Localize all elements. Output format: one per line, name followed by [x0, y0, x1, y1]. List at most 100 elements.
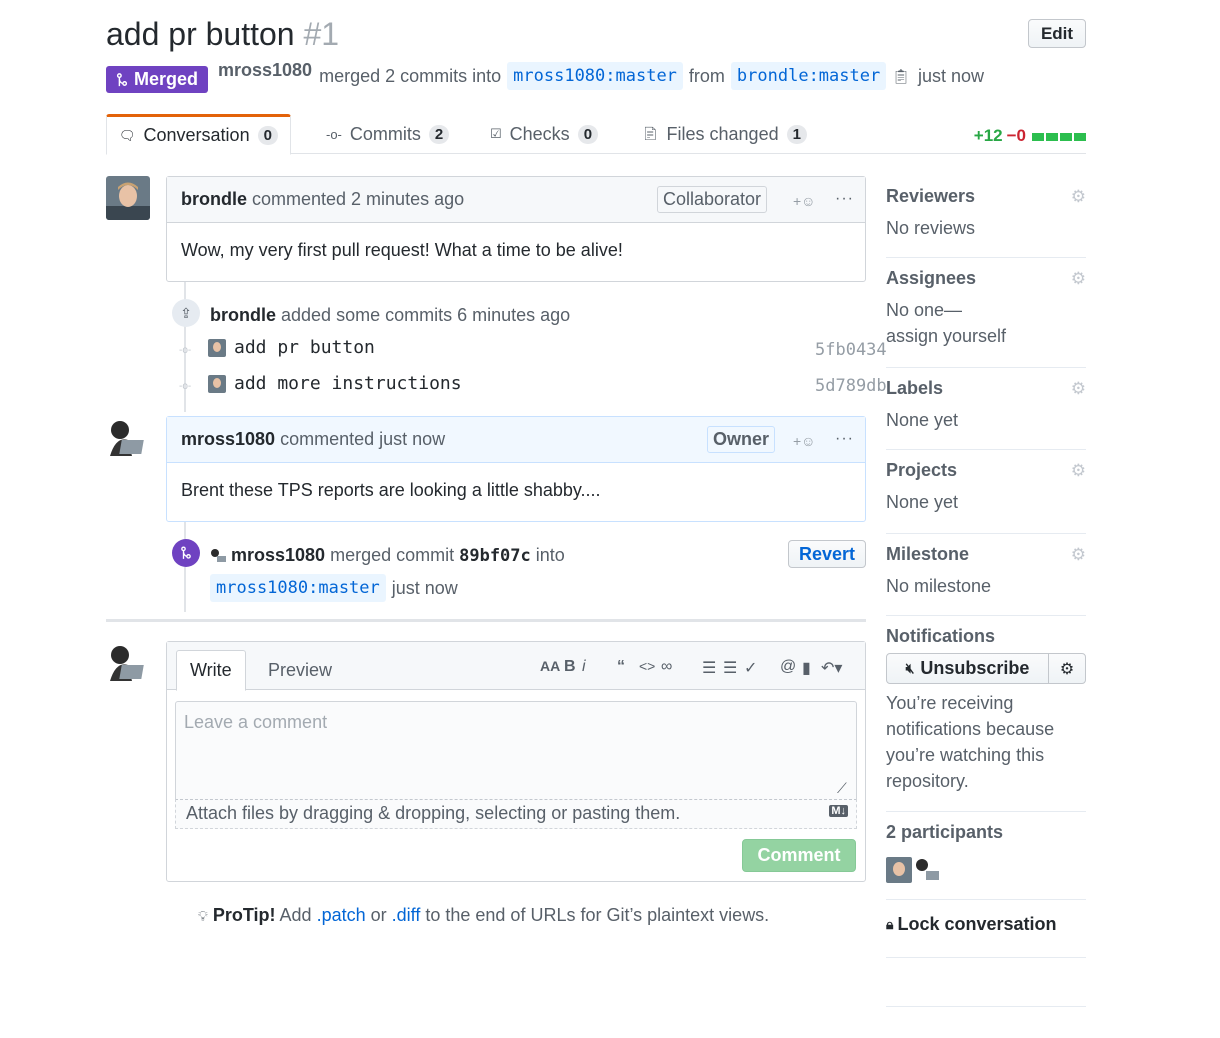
unsubscribe-button[interactable]: 🔇︎ Unsubscribe — [887, 654, 1049, 683]
gear-icon[interactable]: ⚙︎ — [1071, 269, 1086, 289]
add-reaction-icon[interactable]: +☺︎ — [793, 433, 815, 449]
bold-icon[interactable]: B — [564, 658, 576, 676]
merge-target-branch[interactable]: mross1080:master — [210, 574, 386, 602]
tab-counter: 2 — [428, 124, 450, 144]
avatar[interactable] — [886, 857, 912, 883]
deletions-count: −0 — [1006, 126, 1026, 145]
lock-label: Lock conversation — [897, 914, 1057, 934]
protip: 💡︎ ProTip! Add .patch or .diff to the en… — [198, 905, 769, 926]
tab-preview[interactable]: Preview — [255, 650, 345, 691]
assignees-title: Assignees — [886, 268, 977, 288]
tab-counter: 0 — [257, 126, 278, 145]
reason-line: notifications because — [886, 719, 1055, 739]
avatar[interactable] — [106, 416, 150, 460]
merge-commit-sha[interactable]: 89bf07c — [459, 546, 531, 566]
from-text: from — [688, 65, 725, 86]
tab-label: Files changed — [666, 123, 779, 144]
commit-icon: -o- — [326, 126, 342, 142]
comment-author[interactable]: mross1080 — [181, 429, 275, 450]
tab-conversation[interactable]: 🗨︎ Conversation 0 — [106, 114, 291, 155]
notification-settings-button[interactable]: ⚙︎ — [1049, 654, 1085, 683]
sidebar-heading[interactable]: Milestone ⚙︎ — [886, 544, 1086, 565]
role-badge: Owner — [707, 426, 776, 453]
gear-icon[interactable]: ⚙︎ — [1071, 461, 1086, 481]
comment-box: mross1080 commented just now Owner +☺︎ ·… — [166, 416, 866, 522]
bullet-list-icon[interactable]: ☰ — [702, 658, 716, 678]
bookmark-icon[interactable]: ▮ — [802, 658, 811, 678]
base-branch[interactable]: mross1080:master — [507, 62, 683, 90]
more-options-icon[interactable]: ··· — [835, 430, 854, 448]
avatar[interactable] — [106, 641, 150, 685]
sidebar-projects: Projects ⚙︎ None yet — [886, 460, 1086, 534]
tab-commits[interactable]: -o- Commits 2 — [326, 114, 450, 154]
head-branch[interactable]: brondle:master — [730, 62, 887, 90]
gear-icon[interactable]: ⚙︎ — [1071, 379, 1086, 399]
comment-submit-button[interactable]: Comment — [742, 839, 856, 872]
commit-row: add pr button — [208, 337, 375, 358]
avatar[interactable] — [208, 338, 226, 357]
tab-write[interactable]: Write — [176, 650, 246, 691]
sidebar-lock: 🔒︎ Lock conversation — [886, 914, 1086, 958]
event-author[interactable]: mross1080 — [231, 545, 325, 566]
sidebar-heading[interactable]: Projects ⚙︎ — [886, 460, 1086, 481]
commit-row: add more instructions — [208, 373, 462, 394]
merge-summary: mross1080 merged 2 commits into mross108… — [218, 60, 984, 90]
quote-icon[interactable]: “ — [617, 658, 625, 676]
commit-message[interactable]: add pr button — [234, 337, 375, 358]
avatar[interactable] — [208, 374, 226, 393]
commit-message[interactable]: add more instructions — [234, 373, 462, 394]
comment-textarea[interactable]: Leave a comment — [175, 701, 857, 800]
task-list-icon[interactable]: ✓ — [744, 658, 757, 678]
merge-event-time: just now — [391, 577, 458, 598]
link-icon[interactable]: ∞ — [661, 658, 672, 676]
patch-link[interactable]: .patch — [317, 905, 366, 925]
sidebar-participants: 2 participants — [886, 822, 1086, 900]
numbered-list-icon[interactable]: ☰ — [723, 658, 737, 678]
edit-button[interactable]: Edit — [1028, 19, 1086, 48]
avatar[interactable] — [914, 857, 940, 883]
commit-dot-icon: -o- — [179, 381, 192, 392]
diff-link[interactable]: .diff — [392, 905, 421, 925]
tab-files-changed[interactable]: 📄︎ Files changed 1 — [642, 114, 807, 154]
projects-value: None yet — [886, 492, 959, 512]
sidebar-heading[interactable]: Assignees ⚙︎ — [886, 268, 1086, 289]
merger-link[interactable]: mross1080 — [218, 60, 312, 81]
merged-label: Merged — [133, 69, 198, 89]
milestone-title: Milestone — [886, 544, 970, 564]
gear-icon[interactable]: ⚙︎ — [1071, 545, 1086, 565]
more-options-icon[interactable]: ··· — [835, 190, 854, 208]
resize-handle-icon[interactable]: ⟋ — [837, 780, 847, 797]
merge-event-text: merged commit — [330, 545, 455, 565]
assign-yourself-link[interactable]: assign yourself — [886, 323, 1086, 349]
unsubscribe-label: Unsubscribe — [920, 658, 1030, 678]
comment-meta[interactable]: commented 2 minutes ago — [252, 189, 464, 210]
gear-icon[interactable]: ⚙︎ — [1071, 187, 1086, 207]
event-meta: added some commits 6 minutes ago — [281, 305, 571, 325]
avatar[interactable] — [106, 176, 150, 220]
avatar[interactable] — [210, 547, 226, 564]
code-icon[interactable]: <> — [639, 658, 655, 674]
event-author[interactable]: brondle — [210, 305, 276, 325]
mention-icon[interactable]: @ — [780, 658, 796, 676]
attach-text: Attach files by dragging & dropping, sel… — [186, 803, 681, 823]
comment-meta[interactable]: commented just now — [280, 429, 445, 450]
lock-conversation-link[interactable]: 🔒︎ Lock conversation — [886, 914, 1086, 935]
sidebar-heading[interactable]: Reviewers ⚙︎ — [886, 186, 1086, 207]
diffstat-bar — [1030, 126, 1086, 146]
reply-icon[interactable]: ↶▾ — [821, 658, 842, 678]
commit-sha[interactable]: 5d789db — [815, 376, 887, 396]
tab-checks[interactable]: ☑︎ Checks 0 — [490, 114, 599, 154]
comment-author[interactable]: brondle — [181, 189, 247, 210]
commit-sha[interactable]: 5fb0434 — [815, 340, 887, 360]
copy-branch-icon[interactable]: 📋︎ — [892, 68, 910, 85]
heading-icon[interactable]: AA — [540, 658, 560, 674]
add-reaction-icon[interactable]: +☺︎ — [793, 193, 815, 209]
revert-button[interactable]: Revert — [788, 540, 866, 568]
sidebar-heading[interactable]: Labels ⚙︎ — [886, 378, 1086, 399]
comment-header: brondle commented 2 minutes ago Collabor… — [167, 177, 865, 223]
pr-title-text: add pr button — [106, 16, 295, 52]
attach-files-bar[interactable]: Attach files by dragging & dropping, sel… — [175, 799, 857, 829]
italic-icon[interactable]: i — [582, 658, 586, 676]
unsubscribe-button-group: 🔇︎ Unsubscribe ⚙︎ — [886, 653, 1086, 684]
projects-title: Projects — [886, 460, 958, 480]
